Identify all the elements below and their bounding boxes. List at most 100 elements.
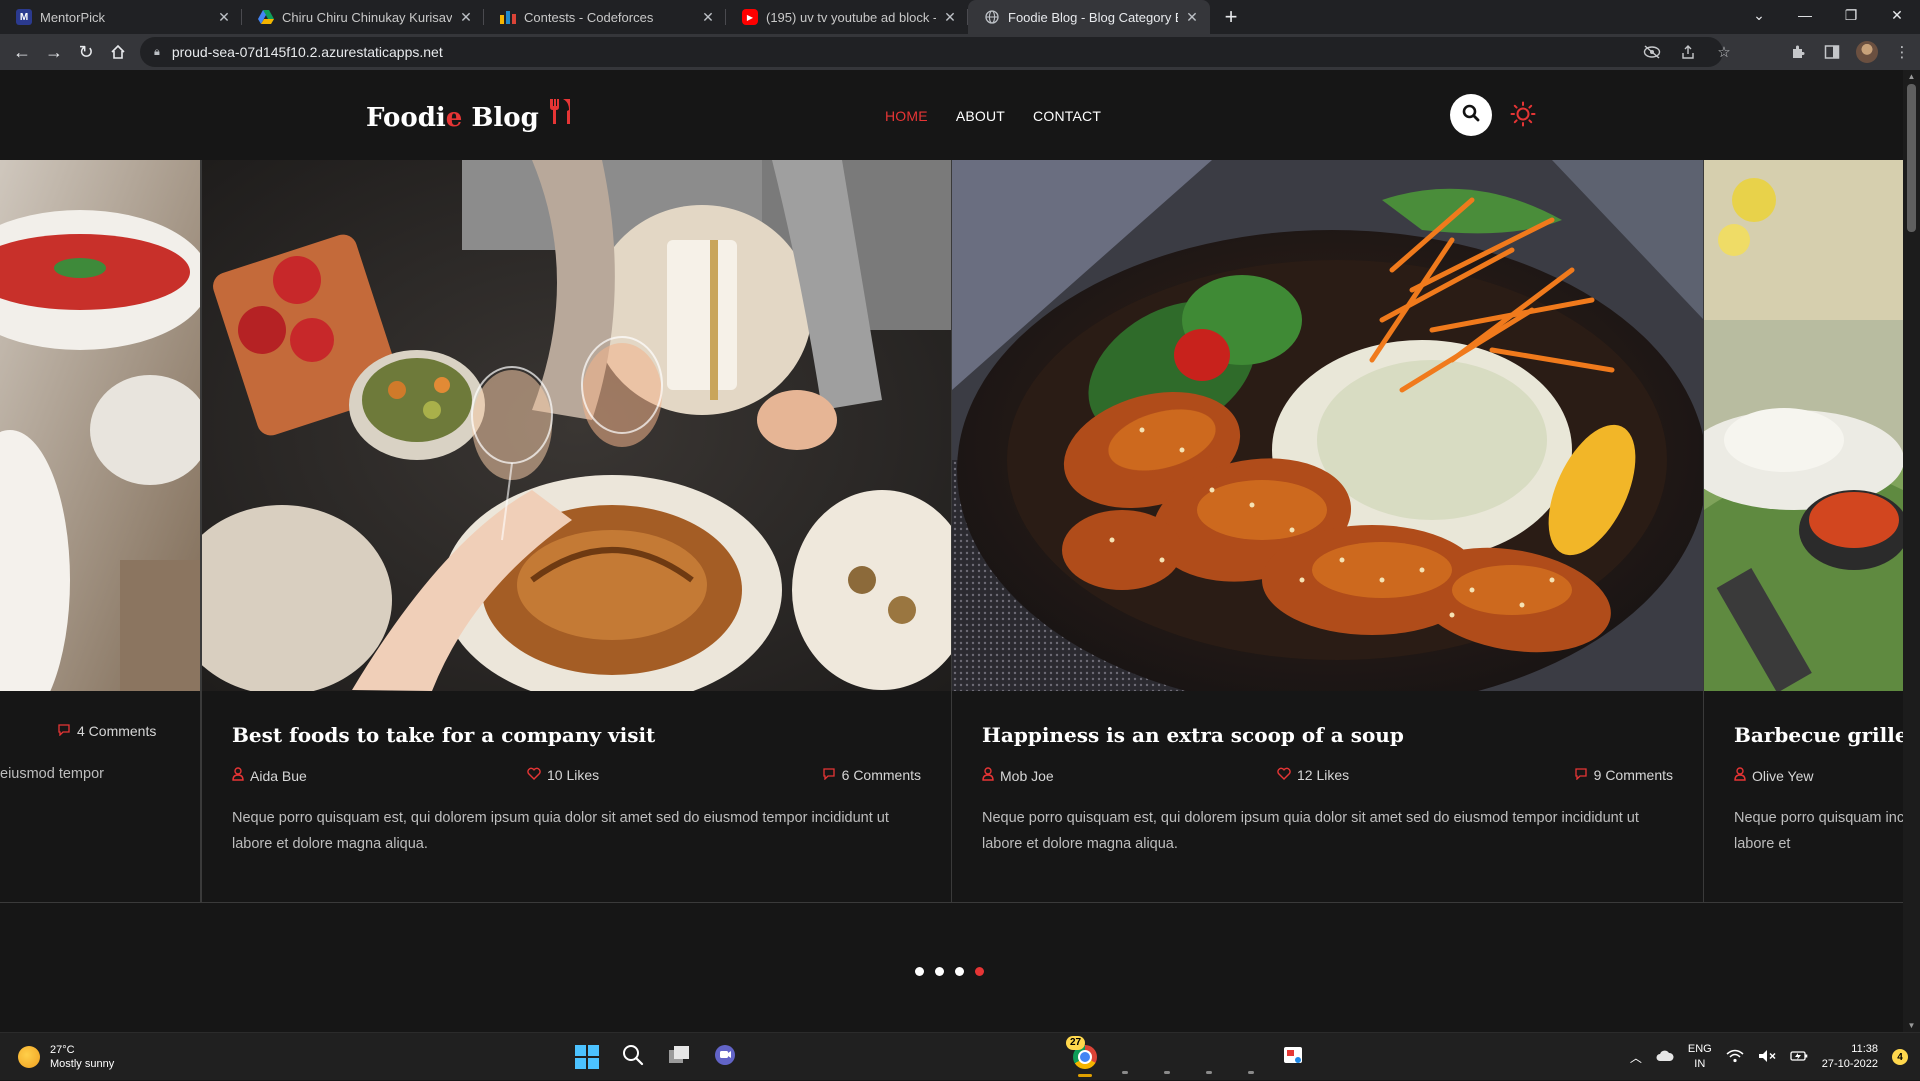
carousel-dot[interactable] [935, 967, 944, 976]
close-tab-icon[interactable]: ✕ [216, 9, 232, 26]
carousel-pagination [915, 967, 984, 976]
author[interactable]: Mob Joe [982, 767, 1054, 784]
taskbar-running-apps: 27 [1066, 1036, 1310, 1077]
nav-home[interactable]: HOME [885, 108, 928, 124]
tab-mentorpick[interactable]: M MentorPick ✕ [0, 0, 242, 34]
taskbar-app-slot[interactable] [1108, 1039, 1144, 1075]
share-icon[interactable] [1678, 42, 1698, 62]
teams-chat-button[interactable] [708, 1040, 742, 1074]
profile-avatar[interactable] [1856, 41, 1878, 63]
post-meta: Mob Joe 12 Likes 9 Comments [982, 767, 1673, 787]
youtube-icon: ▶ [742, 9, 758, 25]
address-bar[interactable]: 🔒︎ proud-sea-07d145f10.2.azurestaticapps… [140, 37, 1723, 67]
nav-contact[interactable]: CONTACT [1033, 108, 1101, 124]
close-tab-icon[interactable]: ✕ [458, 9, 474, 26]
region-code: IN [1694, 1058, 1706, 1070]
notification-badge[interactable]: 4 [1892, 1049, 1908, 1065]
lock-icon[interactable]: 🔒︎ [154, 46, 160, 59]
comments-text: 9 Comments [1593, 767, 1673, 783]
reload-icon[interactable]: ↻ [70, 36, 102, 68]
search-taskbar-button[interactable] [616, 1040, 650, 1074]
author[interactable]: Olive Yew [1734, 767, 1813, 784]
taskbar-app-slot[interactable] [1192, 1039, 1228, 1075]
blog-card[interactable]: 4 Comments eiusmod tempor [0, 160, 201, 903]
post-image[interactable] [952, 160, 1703, 691]
post-meta: 4 Comments [30, 723, 170, 743]
comments-count[interactable]: 9 Comments [1574, 767, 1673, 783]
heart-icon [1277, 767, 1291, 783]
start-button[interactable] [570, 1040, 604, 1074]
blog-carousel[interactable]: 4 Comments eiusmod tempor Best foods to … [0, 160, 1903, 903]
taskbar-pinned [570, 1039, 742, 1075]
language-indicator[interactable]: ENG IN [1688, 1042, 1712, 1072]
snipping-tool-button[interactable] [1276, 1040, 1310, 1074]
carousel-dot-active[interactable] [975, 967, 984, 976]
page-scrollbar[interactable]: ▲ ▼ [1903, 70, 1920, 1032]
close-tab-icon[interactable]: ✕ [700, 9, 716, 26]
close-window-icon[interactable]: ✕ [1874, 0, 1920, 30]
weather-widget[interactable]: 27°C Mostly sunny [18, 1043, 114, 1071]
likes-text: 12 Likes [1297, 767, 1350, 783]
post-title[interactable]: Best foods to take for a company visit [232, 723, 921, 747]
tab-youtube[interactable]: ▶ (195) uv tv youtube ad block - Yo ✕ [726, 0, 968, 34]
eye-off-icon[interactable] [1642, 42, 1662, 62]
new-tab-button[interactable]: + [1216, 2, 1246, 32]
likes-count[interactable]: 10 Likes [527, 767, 599, 783]
post-image[interactable] [202, 160, 951, 691]
globe-icon [984, 9, 1000, 25]
author-name: Mob Joe [1000, 767, 1054, 784]
taskbar-app-slot[interactable] [1234, 1039, 1270, 1075]
onedrive-cloud-icon[interactable] [1656, 1050, 1674, 1065]
back-icon[interactable]: ← [6, 36, 38, 68]
minimize-icon[interactable]: — [1782, 0, 1828, 30]
scrollbar-thumb[interactable] [1907, 84, 1916, 232]
system-tray: ︿ ENG IN 11:38 27-10-2022 4 [1630, 1033, 1908, 1081]
scroll-up-icon[interactable]: ▲ [1903, 72, 1920, 81]
blog-card[interactable]: Happiness is an extra scoop of a soup Mo… [952, 160, 1704, 903]
post-image[interactable] [0, 160, 200, 691]
scroll-down-icon[interactable]: ▼ [1903, 1021, 1920, 1030]
home-icon[interactable] [102, 36, 134, 68]
post-image[interactable] [1704, 160, 1903, 691]
site-header: Foodi e Blog HOME ABOUT CONTACT [0, 70, 1903, 160]
active-indicator [1078, 1074, 1092, 1077]
close-tab-icon[interactable]: ✕ [1184, 9, 1200, 26]
volume-muted-icon[interactable] [1758, 1049, 1776, 1066]
chrome-taskbar-button[interactable]: 27 [1066, 1036, 1102, 1077]
blog-card[interactable]: Barbecue grilled Olive Yew Neque porro q… [1704, 160, 1903, 903]
likes-count[interactable]: 12 Likes [1277, 767, 1349, 783]
theme-toggle-button[interactable] [1510, 101, 1536, 130]
comments-count[interactable]: 6 Comments [822, 767, 921, 783]
tab-codeforces[interactable]: Contests - Codeforces ✕ [484, 0, 726, 34]
post-title[interactable]: Barbecue grilled [1734, 723, 1903, 747]
site-logo[interactable]: Foodi e Blog [366, 96, 575, 133]
author[interactable]: Aida Bue [232, 767, 307, 784]
battery-charging-icon[interactable] [1790, 1049, 1808, 1066]
bookmark-star-icon[interactable]: ☆ [1714, 42, 1734, 62]
comments-count[interactable]: 4 Comments [57, 723, 156, 739]
close-tab-icon[interactable]: ✕ [942, 9, 958, 26]
tab-foodie-blog[interactable]: Foodie Blog - Blog Category Boo ✕ [968, 0, 1210, 34]
post-excerpt: Neque porro quisquam est, qui dolorem ip… [232, 810, 889, 852]
carousel-dot[interactable] [955, 967, 964, 976]
forward-icon[interactable]: → [38, 36, 70, 68]
nav-about[interactable]: ABOUT [956, 108, 1005, 124]
search-button[interactable] [1450, 94, 1492, 136]
wifi-icon[interactable] [1726, 1049, 1744, 1066]
side-panel-icon[interactable] [1822, 42, 1842, 62]
post-body: Barbecue grilled Olive Yew Neque porro q… [1704, 691, 1903, 857]
tab-google-drive[interactable]: Chiru Chiru Chinukay Kurisave So ✕ [242, 0, 484, 34]
carousel-dot[interactable] [915, 967, 924, 976]
chevron-up-icon[interactable]: ︿ [1630, 1049, 1642, 1066]
tab-search-icon[interactable]: ⌄ [1736, 0, 1782, 30]
more-menu-icon[interactable]: ⋮ [1892, 42, 1912, 62]
taskbar-app-slot[interactable] [1150, 1039, 1186, 1075]
task-view-button[interactable] [662, 1040, 696, 1074]
extensions-icon[interactable] [1788, 42, 1808, 62]
comment-icon [57, 723, 71, 739]
clock[interactable]: 11:38 27-10-2022 [1822, 1042, 1878, 1072]
blog-card[interactable]: Best foods to take for a company visit A… [201, 160, 952, 903]
restore-icon[interactable]: ❐ [1828, 0, 1874, 30]
post-title[interactable]: Happiness is an extra scoop of a soup [982, 723, 1673, 747]
comments-text: 6 Comments [841, 767, 921, 783]
